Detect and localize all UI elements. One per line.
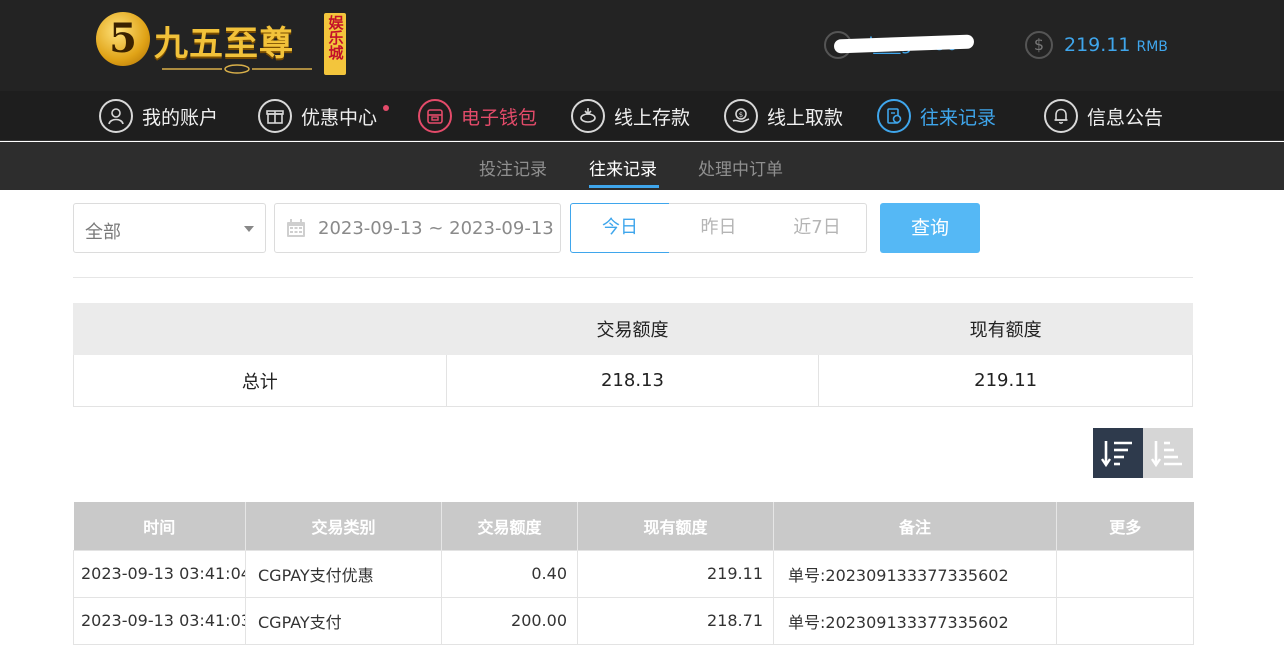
cell-time: 2023-09-13 03:41:03 (73, 596, 246, 645)
sort-desc-icon (1101, 441, 1132, 468)
logo-flourish (162, 64, 312, 74)
summary-header-transaction: 交易额度 (445, 303, 820, 355)
cell-more[interactable] (1056, 549, 1194, 598)
range-last-7-days-button[interactable]: 近7日 (768, 203, 867, 253)
table-row: 2023-09-13 03:41:04 CGPAY支付优惠 0.40 219.1… (73, 549, 1194, 598)
summary-header-empty (73, 303, 447, 355)
records-header-row: 时间 交易类别 交易额度 现有额度 备注 更多 (73, 502, 1194, 550)
sort-ascending-button[interactable] (1143, 428, 1193, 478)
brand-name: 九五至尊 (154, 24, 294, 64)
col-header-type[interactable]: 交易类别 (245, 502, 442, 550)
tab-transaction-records[interactable]: 往来记录 (589, 155, 657, 180)
col-header-time[interactable]: 时间 (73, 502, 246, 550)
summary-total-label: 总计 (73, 354, 447, 407)
sort-asc-icon (1151, 441, 1182, 468)
query-button[interactable]: 查询 (880, 203, 980, 253)
summary-row: 总计 218.13 219.11 (73, 354, 1193, 407)
nav-label: 往来记录 (920, 106, 997, 129)
records-icon (877, 99, 911, 133)
main-nav: 我的账户 优惠中心 电子钱包 线上存款 $ 线上取款 往来记录 信息公告 (0, 91, 1284, 141)
notification-dot (383, 104, 390, 111)
balance-amount: 219.11 (1064, 34, 1131, 56)
bell-icon (1044, 99, 1078, 133)
table-row: 2023-09-13 03:41:03 CGPAY支付 200.00 218.7… (73, 596, 1194, 645)
col-header-note[interactable]: 备注 (773, 502, 1057, 550)
divider (73, 277, 1193, 278)
range-yesterday-button[interactable]: 昨日 (669, 203, 769, 253)
dollar-icon: $ (1025, 31, 1053, 59)
cell-type: CGPAY支付优惠 (245, 549, 442, 598)
nav-label-text: 优惠中心 (301, 106, 378, 129)
col-header-current[interactable]: 现有额度 (577, 502, 774, 550)
top-header: 5 九五至尊 娱乐城 d___g7490 $ 219.11RMB (0, 0, 1284, 91)
wallet-icon (418, 99, 452, 133)
gift-icon (258, 99, 292, 133)
cell-type: CGPAY支付 (245, 596, 442, 645)
type-select-value: 全部 (85, 222, 121, 243)
chevron-down-icon (244, 226, 254, 232)
summary-header-current: 现有额度 (818, 303, 1193, 355)
nav-transaction-records[interactable]: 往来记录 (877, 99, 996, 133)
summary-transaction-total: 218.13 (445, 354, 820, 407)
cell-current: 218.71 (577, 596, 774, 645)
nav-label: 电子钱包 (461, 106, 538, 129)
nav-label: 线上取款 (767, 106, 844, 129)
cell-amount: 0.40 (441, 549, 578, 598)
balance-currency: RMB (1136, 39, 1168, 55)
date-range-input[interactable]: 2023-09-13 ~ 2023-09-13 (274, 203, 561, 253)
cell-time: 2023-09-13 03:41:04 (73, 549, 246, 598)
nav-e-wallet[interactable]: 电子钱包 (418, 99, 537, 133)
withdraw-icon: $ (724, 99, 758, 133)
col-header-more[interactable]: 更多 (1056, 502, 1194, 550)
type-select[interactable]: 全部 (73, 203, 266, 253)
date-range-value: 2023-09-13 ~ 2023-09-13 (318, 218, 554, 239)
nav-label: 我的账户 (142, 106, 219, 129)
col-header-amount[interactable]: 交易额度 (441, 502, 578, 550)
nav-announcements[interactable]: 信息公告 (1044, 99, 1163, 133)
cell-current: 219.11 (577, 549, 774, 598)
logo-emblem: 5 (96, 12, 150, 66)
nav-label: 线上存款 (614, 106, 691, 129)
brand-badge: 娱乐城 (324, 13, 346, 75)
active-tab-indicator (589, 185, 659, 188)
cell-note: 单号:202309133377335602 (773, 596, 1057, 645)
cell-more[interactable] (1056, 596, 1194, 645)
brand-logo[interactable]: 5 九五至尊 娱乐城 (96, 10, 348, 78)
tab-pending-orders[interactable]: 处理中订单 (698, 155, 783, 180)
balance: 219.11 RMB (1064, 34, 1168, 56)
sub-nav: 投注记录 往来记录 处理中订单 (0, 142, 1284, 190)
tab-bet-records[interactable]: 投注记录 (479, 155, 547, 180)
nav-online-deposit[interactable]: 线上存款 (571, 99, 690, 133)
summary-table: 交易额度 现有额度 总计 218.13 219.11 (73, 303, 1193, 407)
deposit-icon (571, 99, 605, 133)
summary-header-row: 交易额度 现有额度 (73, 303, 1193, 355)
nav-online-withdraw[interactable]: $ 线上取款 (724, 99, 843, 133)
sort-descending-button[interactable] (1093, 428, 1143, 478)
nav-label: 信息公告 (1087, 106, 1164, 129)
records-table: 时间 交易类别 交易额度 现有额度 备注 更多 2023-09-13 03:41… (73, 502, 1194, 645)
user-icon (99, 99, 133, 133)
summary-current-total: 219.11 (818, 354, 1193, 407)
cell-note: 单号:202309133377335602 (773, 549, 1057, 598)
nav-my-account[interactable]: 我的账户 (99, 99, 218, 133)
range-today-button[interactable]: 今日 (570, 203, 670, 253)
cell-amount: 200.00 (441, 596, 578, 645)
calendar-icon (287, 219, 305, 237)
nav-promotions[interactable]: 优惠中心 (258, 99, 390, 133)
svg-text:$: $ (739, 111, 743, 119)
nav-label: 优惠中心 (301, 103, 390, 130)
